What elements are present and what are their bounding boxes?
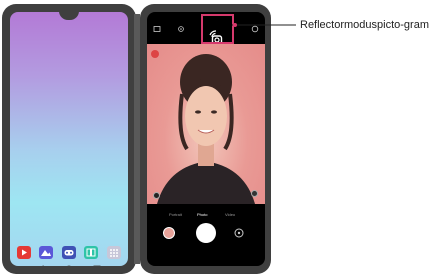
mode-photo[interactable]: Photo <box>197 212 207 217</box>
gallery-mini-icon[interactable] <box>153 192 160 199</box>
shutter-button[interactable] <box>196 223 216 243</box>
mode-video[interactable]: Video <box>225 212 235 217</box>
back-icon[interactable] <box>36 264 46 266</box>
recents-icon[interactable] <box>92 264 102 266</box>
mode-portrait[interactable]: Portrait <box>169 212 182 217</box>
camera-screen: Portrait Photo Video <box>147 12 265 266</box>
photos-icon[interactable] <box>39 246 53 259</box>
callout-label: Reflectormoduspicto-gram <box>300 19 429 31</box>
game-launcher-icon[interactable] <box>62 246 76 259</box>
dual-screen-icon[interactable] <box>84 246 98 259</box>
apps-grid-icon[interactable] <box>107 246 121 259</box>
switch-camera-icon[interactable] <box>233 227 245 239</box>
reflector-highlight-box <box>201 14 234 44</box>
effects-icon[interactable] <box>251 190 258 197</box>
flash-indicator[interactable] <box>151 50 159 58</box>
menu-icon[interactable] <box>153 25 161 33</box>
settings-icon[interactable] <box>177 25 185 33</box>
camera-preview[interactable] <box>147 44 265 204</box>
home-screen <box>10 12 128 266</box>
callout-line <box>232 23 296 27</box>
home-icon[interactable] <box>64 264 74 266</box>
gallery-thumbnail[interactable] <box>163 227 175 239</box>
youtube-icon[interactable] <box>17 246 31 259</box>
